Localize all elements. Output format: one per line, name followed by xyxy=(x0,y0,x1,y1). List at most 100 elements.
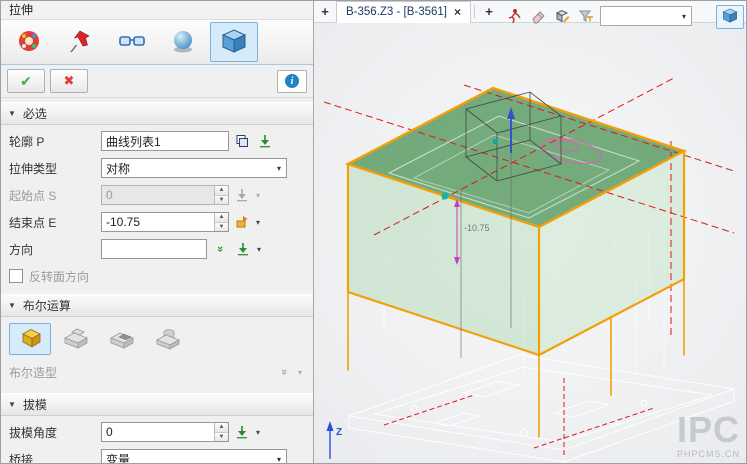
expand-chevrons-icon[interactable]: » xyxy=(210,239,230,259)
section-required[interactable]: ▼ 必选 xyxy=(1,102,313,125)
edit-solid-button[interactable] xyxy=(552,6,572,26)
pick-target-icon[interactable] xyxy=(255,131,275,151)
spin-down-icon[interactable]: ▼ xyxy=(215,222,228,232)
end-point-spin-buttons[interactable]: ▲ ▼ xyxy=(214,213,228,231)
pick-direction-icon[interactable] xyxy=(233,239,253,259)
cancel-button[interactable]: ✖ xyxy=(50,69,88,93)
start-point-spin-buttons: ▲ ▼ xyxy=(214,186,228,204)
section-boolean[interactable]: ▼ 布尔运算 xyxy=(1,294,313,317)
boolean-shape-row: 布尔造型 » ▾ xyxy=(1,359,313,389)
erase-button[interactable] xyxy=(528,6,548,26)
viewport-area: + B-356.Z3 - [B-3561] × + xyxy=(314,1,747,464)
dialog-action-row: ✔ ✖ i xyxy=(1,65,313,98)
boolean-intersect-button[interactable] xyxy=(147,323,189,355)
collapse-icon: ▼ xyxy=(8,301,16,310)
boolean-base-icon xyxy=(15,326,45,353)
dropdown-icon: ▾ xyxy=(295,368,305,377)
dropdown-icon: ▾ xyxy=(272,164,286,173)
cad-application-window: 拉伸 xyxy=(0,0,747,464)
extrude-tool-button[interactable] xyxy=(210,22,258,62)
expand-chevrons-icon-disabled: » xyxy=(274,362,294,382)
draft-angle-label: 拔模角度 xyxy=(9,424,95,441)
bridge-select[interactable]: 变量 ▾ xyxy=(101,449,287,464)
ok-button[interactable]: ✔ xyxy=(7,69,45,93)
bridge-row: 桥接 变量 ▾ xyxy=(9,448,305,464)
spin-up-icon[interactable]: ▲ xyxy=(215,423,228,432)
filter-button[interactable] xyxy=(576,6,596,26)
section-required-label: 必选 xyxy=(23,105,47,122)
offset-point-icon[interactable] xyxy=(232,212,252,232)
section-boolean-label: 布尔运算 xyxy=(23,297,71,314)
dropdown-icon[interactable]: ▾ xyxy=(253,428,263,437)
sphere-icon xyxy=(169,28,197,57)
view-cube-button[interactable] xyxy=(716,5,744,29)
direction-input[interactable] xyxy=(101,239,207,259)
walk-through-button[interactable] xyxy=(504,6,524,26)
document-tab-active[interactable]: B-356.Z3 - [B-3561] × xyxy=(336,1,471,23)
reverse-face-checkbox[interactable] xyxy=(9,269,23,283)
start-point-stepper: ▲ ▼ xyxy=(101,185,229,205)
draft-angle-input[interactable] xyxy=(102,423,214,441)
dropdown-icon[interactable]: ▾ xyxy=(253,218,263,227)
boolean-base-button[interactable] xyxy=(9,323,51,355)
dimension-label: -10.75 xyxy=(464,223,490,233)
end-point-stepper[interactable]: ▲ ▼ xyxy=(101,212,229,232)
new-tab-button-2[interactable]: + xyxy=(478,4,500,19)
extrude-type-value: 对称 xyxy=(102,160,272,177)
palette-icon xyxy=(16,28,44,57)
dropdown-icon: ▾ xyxy=(272,455,286,464)
close-tab-icon[interactable]: × xyxy=(454,5,461,19)
boolean-remove-button[interactable] xyxy=(101,323,143,355)
extrude-cube-icon xyxy=(219,27,249,58)
boolean-operation-buttons xyxy=(1,317,313,359)
info-button[interactable]: i xyxy=(277,70,307,93)
extrude-type-select[interactable]: 对称 ▾ xyxy=(101,158,287,178)
profile-label: 轮廓 P xyxy=(9,133,95,150)
profile-input[interactable] xyxy=(101,131,229,151)
glasses-tool-button[interactable] xyxy=(108,22,156,62)
reverse-face-label: 反转面方向 xyxy=(29,268,89,285)
boolean-add-button[interactable] xyxy=(55,323,97,355)
watermark-logo: IPC xyxy=(677,412,740,448)
extrude-dialog-panel: 拉伸 xyxy=(1,1,314,464)
spin-down-icon[interactable]: ▼ xyxy=(215,432,228,442)
start-point-input xyxy=(102,186,214,204)
copy-list-icon[interactable] xyxy=(232,131,252,151)
watermark: IPC PHPCMS.CN xyxy=(677,412,740,459)
end-point-label: 结束点 E xyxy=(9,214,95,231)
spin-up-icon[interactable]: ▲ xyxy=(215,213,228,222)
sphere-tool-button[interactable] xyxy=(159,22,207,62)
draft-form: 拔模角度 ▲ ▼ ▾ 桥接 变量 ▾ xyxy=(1,416,313,464)
profile-row: 轮廓 P xyxy=(9,130,305,152)
section-draft[interactable]: ▼ 拔模 xyxy=(1,393,313,416)
document-tab-label: B-356.Z3 - [B-3561] xyxy=(346,6,447,18)
extrude-type-row: 拉伸类型 对称 ▾ xyxy=(9,157,305,179)
collapse-icon: ▼ xyxy=(8,400,16,409)
end-point-row: 结束点 E ▲ ▼ ▾ xyxy=(9,211,305,233)
section-draft-label: 拔模 xyxy=(23,396,47,413)
end-point-input[interactable] xyxy=(102,213,214,231)
new-tab-button[interactable]: + xyxy=(314,4,336,19)
start-point-label: 起始点 S xyxy=(9,187,95,204)
boolean-remove-icon xyxy=(107,326,137,353)
glasses-icon xyxy=(118,28,146,57)
boolean-intersect-icon xyxy=(153,326,183,353)
draft-angle-spin-buttons[interactable]: ▲ ▼ xyxy=(214,423,228,441)
pick-angle-icon[interactable] xyxy=(232,422,252,442)
viewport-toolbar: ▾ xyxy=(504,5,692,27)
dropdown-icon: ▾ xyxy=(677,12,691,21)
dropdown-icon[interactable]: ▾ xyxy=(254,245,264,254)
3d-canvas[interactable]: -10.75 Z IPC PHPCMS.CN xyxy=(314,23,747,464)
dialog-title: 拉伸 xyxy=(1,1,313,20)
draft-angle-stepper[interactable]: ▲ ▼ xyxy=(101,422,229,442)
palette-tool-button[interactable] xyxy=(6,22,54,62)
reverse-face-row: 反转面方向 xyxy=(9,265,305,287)
filter-select[interactable]: ▾ xyxy=(600,6,692,26)
pin-tool-button[interactable] xyxy=(57,22,105,62)
boolean-add-icon xyxy=(61,326,91,353)
check-icon: ✔ xyxy=(20,73,32,90)
start-point-row: 起始点 S ▲ ▼ ▾ xyxy=(9,184,305,206)
required-form: 轮廓 P 拉伸类型 对称 ▾ 起始点 S xyxy=(1,125,313,290)
tab-divider xyxy=(474,5,475,18)
pushpin-icon xyxy=(67,28,95,57)
